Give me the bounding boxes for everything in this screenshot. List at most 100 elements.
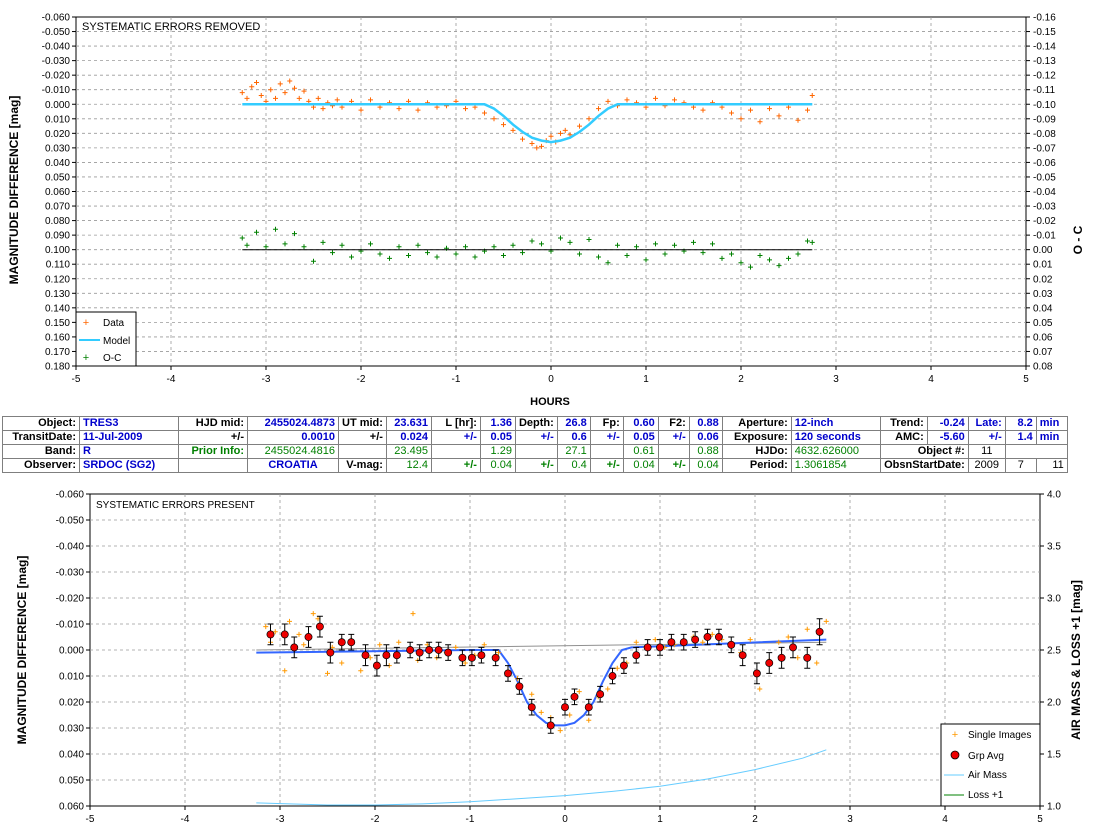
period-value: 1.3061854 bbox=[790, 458, 881, 473]
y2-tick-label: 0.05 bbox=[1033, 318, 1053, 329]
band-label: Band: bbox=[2, 444, 80, 459]
y-tick-label: -0.050 bbox=[42, 27, 71, 38]
depth-pm: +/- bbox=[514, 430, 558, 445]
aperture-value: 12-inch bbox=[790, 416, 881, 431]
objnum-empty bbox=[1004, 444, 1068, 459]
legend-oc: O-C bbox=[103, 353, 121, 364]
y2-tick-label: 1.5 bbox=[1047, 750, 1061, 761]
prior-f2-empty bbox=[657, 444, 690, 459]
y2-tick-label: -0.15 bbox=[1033, 27, 1056, 38]
exposure-label: Exposure: bbox=[721, 430, 792, 445]
y-tick-label: 0.050 bbox=[59, 776, 84, 787]
y2-tick-label: -0.07 bbox=[1033, 143, 1056, 154]
legend-airmass: Air Mass bbox=[968, 770, 1007, 781]
top-x-axis-label: HOURS bbox=[530, 396, 570, 408]
y2-tick-label: -0.06 bbox=[1033, 158, 1056, 169]
f2-value: 0.88 bbox=[688, 416, 723, 431]
prior-fp: 0.61 bbox=[622, 444, 659, 459]
ut-err: 0.024 bbox=[385, 430, 432, 445]
grp-avg-point bbox=[361, 651, 370, 660]
grp-avg-point bbox=[727, 640, 736, 649]
grp-avg-point bbox=[266, 630, 275, 639]
grp-avg-point bbox=[458, 653, 467, 662]
prior-l-empty bbox=[430, 444, 481, 459]
obsstart-label: ObsnStartDate: bbox=[879, 458, 969, 473]
objnum-value: 11 bbox=[967, 444, 1006, 459]
y-tick-label: 0.120 bbox=[45, 274, 70, 285]
grp-avg-point bbox=[777, 653, 786, 662]
y-tick-label: 0.090 bbox=[45, 231, 70, 242]
y-tick-label: -0.010 bbox=[42, 85, 71, 96]
top-y-axis-label: MAGNITUDE DIFFERENCE [mag] bbox=[7, 96, 21, 285]
y-tick-label: 0.160 bbox=[45, 332, 70, 343]
grp-avg-point bbox=[280, 630, 289, 639]
grp-avg-point bbox=[608, 672, 617, 680]
y2-tick-label: 0.04 bbox=[1033, 303, 1053, 314]
legend-grp: Grp Avg bbox=[968, 751, 1004, 762]
y2-tick-label: 0.07 bbox=[1033, 347, 1053, 358]
hjd-mid-value: 2455024.4873 bbox=[247, 416, 339, 431]
grp-avg-point bbox=[752, 669, 761, 678]
y2-tick-label: 2.0 bbox=[1047, 698, 1061, 709]
late-err: 1.4 bbox=[1004, 430, 1037, 445]
bottom-annotation: SYSTEMATIC ERRORS PRESENT bbox=[96, 500, 255, 511]
prior-ut-empty bbox=[338, 444, 387, 459]
y2-tick-label: -0.04 bbox=[1033, 187, 1056, 198]
y2-tick-label: -0.10 bbox=[1033, 100, 1056, 111]
y-tick-label: -0.030 bbox=[56, 568, 85, 579]
y-tick-label: 0.140 bbox=[45, 303, 70, 314]
bottom-legend: + Single Images Grp Avg Air Mass Loss +1 bbox=[940, 723, 1041, 807]
grp-avg-point bbox=[619, 661, 628, 670]
grp-avg-point bbox=[667, 638, 676, 647]
grp-avg-point bbox=[382, 651, 391, 660]
f2-err: 0.06 bbox=[688, 430, 723, 445]
prior-hjd: 2455024.4816 bbox=[247, 444, 339, 459]
grp-avg-point bbox=[491, 653, 500, 662]
objnum-label: Object #: bbox=[879, 444, 969, 459]
l-hr-label: L [hr]: bbox=[430, 416, 481, 431]
top-chart: -5 -4 -3 -2 -1 0 1 2 3 4 5-0.060-0.050-0.040-0.030… bbox=[7, 13, 1085, 409]
y2-tick-label: -0.03 bbox=[1033, 202, 1056, 213]
y2-tick-label: 1.0 bbox=[1047, 802, 1061, 813]
grp-avg-point bbox=[643, 643, 652, 652]
y-tick-label: 0.040 bbox=[59, 750, 84, 761]
grp-avg-point bbox=[347, 638, 356, 647]
y-tick-label: -0.040 bbox=[56, 542, 85, 553]
x-tick-label: 3 bbox=[833, 374, 839, 385]
late-value: 8.2 bbox=[1004, 416, 1037, 431]
grp-avg-point bbox=[527, 703, 536, 712]
y2-tick-label: -0.16 bbox=[1033, 13, 1056, 24]
y-tick-label: 0.020 bbox=[45, 129, 70, 140]
prior-depth: 27.1 bbox=[556, 444, 591, 459]
late-pm: +/- bbox=[967, 430, 1006, 445]
y2-tick-label: 2.5 bbox=[1047, 646, 1061, 657]
object-label: Object: bbox=[2, 416, 80, 431]
grp-avg-point bbox=[789, 643, 797, 652]
x-tick-label: 5 bbox=[1037, 814, 1043, 825]
transitdate-value: 11-Jul-2009 bbox=[79, 430, 179, 445]
x-tick-label: -1 bbox=[466, 814, 475, 825]
amc-label: AMC: bbox=[879, 430, 928, 445]
y2-tick-label: -0.02 bbox=[1033, 216, 1056, 227]
y-tick-label: 0.150 bbox=[45, 318, 70, 329]
fp-err: 0.05 bbox=[622, 430, 659, 445]
fp-pm2: +/- bbox=[589, 458, 624, 473]
legend-loss: Loss +1 bbox=[968, 790, 1004, 801]
ut-mid-value: 23.631 bbox=[385, 416, 432, 431]
y-tick-label: 0.130 bbox=[45, 289, 70, 300]
x-tick-label: -2 bbox=[371, 814, 380, 825]
y2-tick-label: 0.06 bbox=[1033, 332, 1053, 343]
grp-avg-point bbox=[703, 633, 712, 641]
obs-month: 7 bbox=[1004, 458, 1037, 473]
grp-avg-point bbox=[326, 648, 335, 657]
grp-avg-point bbox=[815, 627, 824, 636]
info-table: Object: TRES3 HJD mid: 2455024.4873 UT m… bbox=[2, 416, 1068, 473]
grp-avg-point bbox=[406, 646, 415, 654]
info-row-4: Observer: SRDOC (SG2) CROATIA V-mag: 12.… bbox=[2, 458, 1068, 473]
x-tick-label: -2 bbox=[357, 374, 366, 385]
location-value: CROATIA bbox=[247, 458, 339, 473]
legend-model: Model bbox=[103, 336, 130, 347]
y2-tick-label: 0.03 bbox=[1033, 289, 1053, 300]
grp-avg-point bbox=[315, 622, 324, 631]
fp-label: Fp: bbox=[589, 416, 624, 431]
